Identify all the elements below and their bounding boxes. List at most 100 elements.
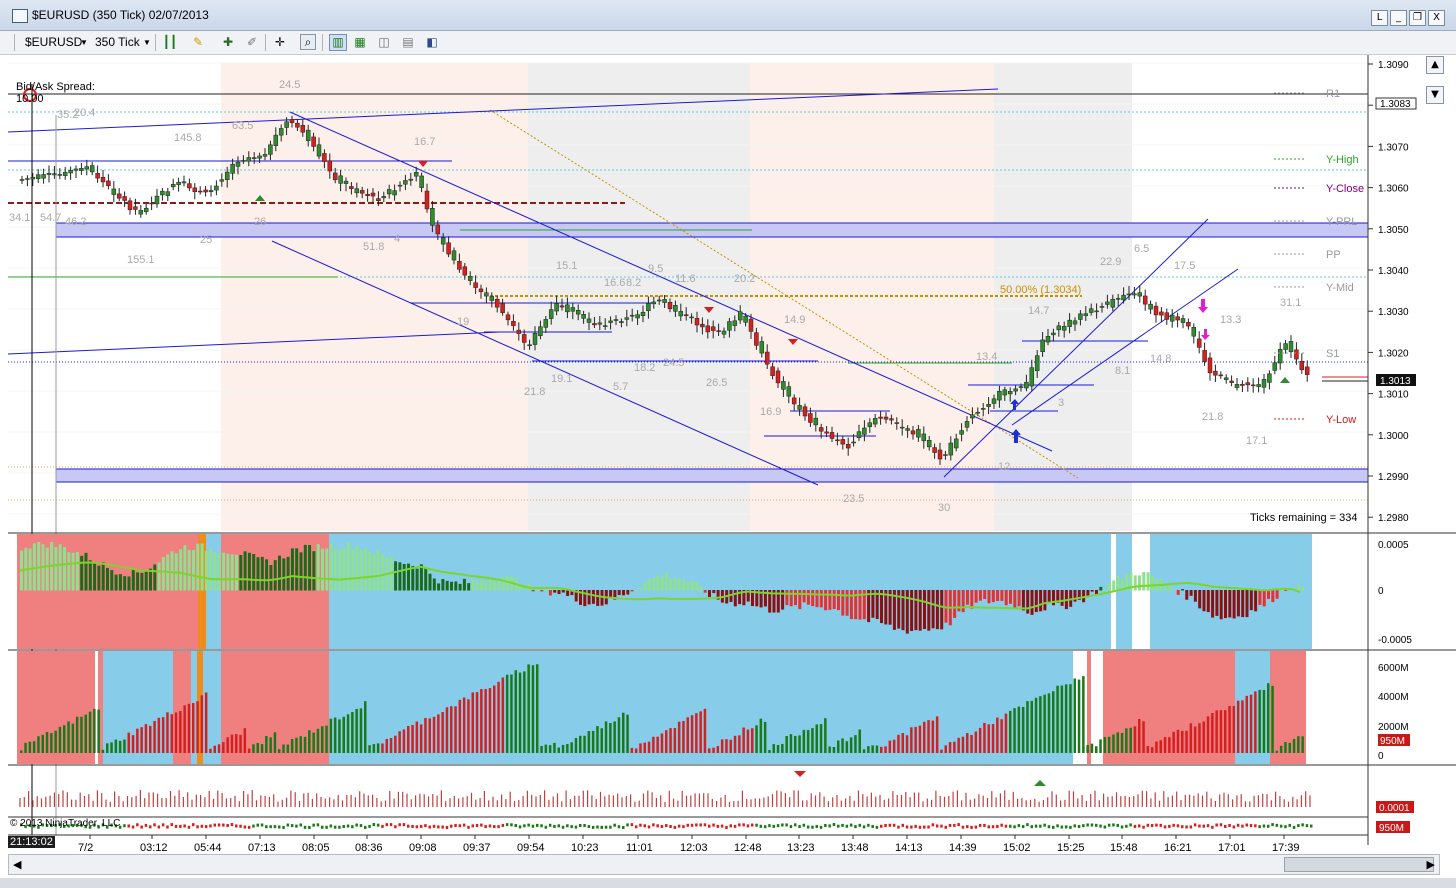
candle-body — [592, 323, 597, 326]
volume-bar — [720, 739, 724, 753]
bar-type-icon[interactable]: ┃┃ — [162, 34, 178, 50]
scroll-left-icon[interactable]: ◀ — [13, 858, 21, 871]
bottom-strip-bar — [824, 823, 827, 827]
bottom-strip-bar — [828, 824, 831, 828]
volume-bar — [1172, 731, 1175, 753]
interval-selector[interactable]: 350 Tick — [95, 35, 140, 49]
volume-bar — [338, 719, 341, 753]
candle-body — [548, 309, 554, 319]
pen-icon[interactable]: ✐ — [244, 34, 260, 50]
volume-bar — [1073, 678, 1076, 753]
volume-bar — [1241, 700, 1244, 753]
candle-body — [419, 175, 424, 188]
macd-bar — [1013, 590, 1017, 610]
bottom-strip-bar — [1232, 825, 1236, 829]
minimize-button[interactable]: _ — [1390, 10, 1407, 26]
volume-bar — [230, 734, 234, 753]
swing-value-label: 34.1 — [9, 212, 30, 224]
swing-value-label: 18.2 — [634, 362, 655, 374]
instrument-dropdown-icon[interactable]: ▼ — [80, 38, 88, 47]
macd-bar — [1297, 585, 1301, 591]
volume-bar — [174, 712, 178, 753]
properties-icon[interactable]: ▤ — [400, 34, 416, 50]
candle-body — [165, 191, 171, 196]
candle-body — [970, 414, 975, 419]
bottom-strip-bar — [914, 824, 917, 828]
bottom-strip-bar — [583, 823, 586, 827]
macd-bar — [815, 590, 819, 608]
swing-value-label: 17.5 — [1174, 260, 1195, 272]
candle-body — [602, 325, 608, 327]
volume-bar — [497, 681, 500, 753]
zoom-icon[interactable]: ⌕ — [300, 34, 316, 50]
candle-body — [230, 163, 235, 174]
candle-body — [154, 195, 160, 205]
chart-style-icon[interactable]: ▥ — [329, 34, 347, 51]
bottom-strip-bar — [1288, 823, 1291, 827]
swing-value-label: 54.7 — [40, 212, 61, 224]
bottom-strip-bar — [1198, 824, 1201, 828]
volume-bar — [983, 722, 986, 753]
volume-bar — [1069, 684, 1072, 753]
macd-bar — [647, 578, 651, 591]
volume-bar — [1254, 691, 1257, 753]
volume-bar — [235, 734, 238, 753]
volume-bar — [1125, 728, 1128, 753]
bottom-strip-bar — [170, 823, 173, 827]
volume-axis-label: 4000M — [1378, 692, 1409, 703]
macd-bar — [806, 590, 810, 605]
bottom-strip-bar — [510, 823, 513, 827]
macd-bar — [626, 590, 630, 595]
bottom-strip-bar — [566, 824, 569, 828]
toolbar-separator — [14, 34, 15, 51]
horizontal-scrollbar[interactable]: ◀ ▶ — [8, 854, 1440, 875]
scroll-thumb[interactable] — [1284, 857, 1434, 872]
volume-bar — [514, 670, 517, 753]
candle-body — [597, 322, 603, 325]
instrument-selector[interactable]: $EURUSD — [25, 35, 82, 49]
bottom-strip-bar — [935, 824, 939, 828]
macd-bar — [837, 590, 840, 611]
macd-bar — [118, 574, 122, 591]
scroll-up-button[interactable]: ▲ — [1426, 56, 1444, 74]
candle-body — [284, 121, 289, 128]
strategy-icon[interactable]: ◫ — [376, 34, 392, 50]
macd-bar — [97, 565, 101, 591]
macd-background-segment — [1132, 534, 1150, 649]
bottom-strip-bar — [686, 823, 689, 827]
volume-bar — [1090, 743, 1094, 753]
link-button[interactable]: L — [1371, 10, 1388, 26]
indicators-icon[interactable]: ▦ — [352, 34, 368, 50]
volume-bar — [1112, 734, 1115, 753]
volume-axis: 6000M 4000M 2000M 0 — [1378, 663, 1409, 762]
interval-dropdown-icon[interactable]: ▼ — [143, 38, 151, 47]
candle-body — [1045, 336, 1051, 343]
macd-bar — [1241, 590, 1245, 618]
scroll-down-button[interactable]: ▼ — [1426, 86, 1444, 104]
macd-bar — [983, 590, 987, 600]
candle-body — [716, 330, 721, 332]
draw-icon[interactable]: ✎ — [190, 34, 206, 50]
volume-bar — [372, 744, 376, 753]
time-label: 10:23 — [571, 842, 599, 854]
chart-canvas[interactable]: 24.535.220.463.5145.8 16.734.1 54.7 46.2 262… — [0, 55, 1456, 855]
volume-bar — [583, 735, 586, 753]
candle-body — [727, 321, 732, 331]
swing-value-label: 21.8 — [1202, 411, 1223, 423]
macd-bar — [1211, 590, 1215, 618]
candle-body — [1294, 349, 1299, 360]
macd-bar — [247, 552, 251, 591]
bottom-strip-bar — [1056, 824, 1059, 828]
scroll-right-icon[interactable]: ▶ — [1427, 858, 1435, 871]
volume-bar — [445, 707, 449, 753]
volume-bar — [811, 728, 814, 753]
template-icon[interactable]: ◧ — [424, 34, 440, 50]
close-button[interactable]: X — [1428, 10, 1445, 26]
candle-body — [1018, 386, 1024, 388]
time-label: 08:05 — [302, 842, 330, 854]
restore-button[interactable]: ❐ — [1409, 10, 1426, 26]
bottom-strip-bar — [1103, 825, 1107, 829]
plus-icon[interactable]: ✚ — [220, 34, 236, 50]
volume-bar — [493, 685, 496, 753]
crosshair-icon[interactable]: ✛ — [272, 34, 288, 50]
